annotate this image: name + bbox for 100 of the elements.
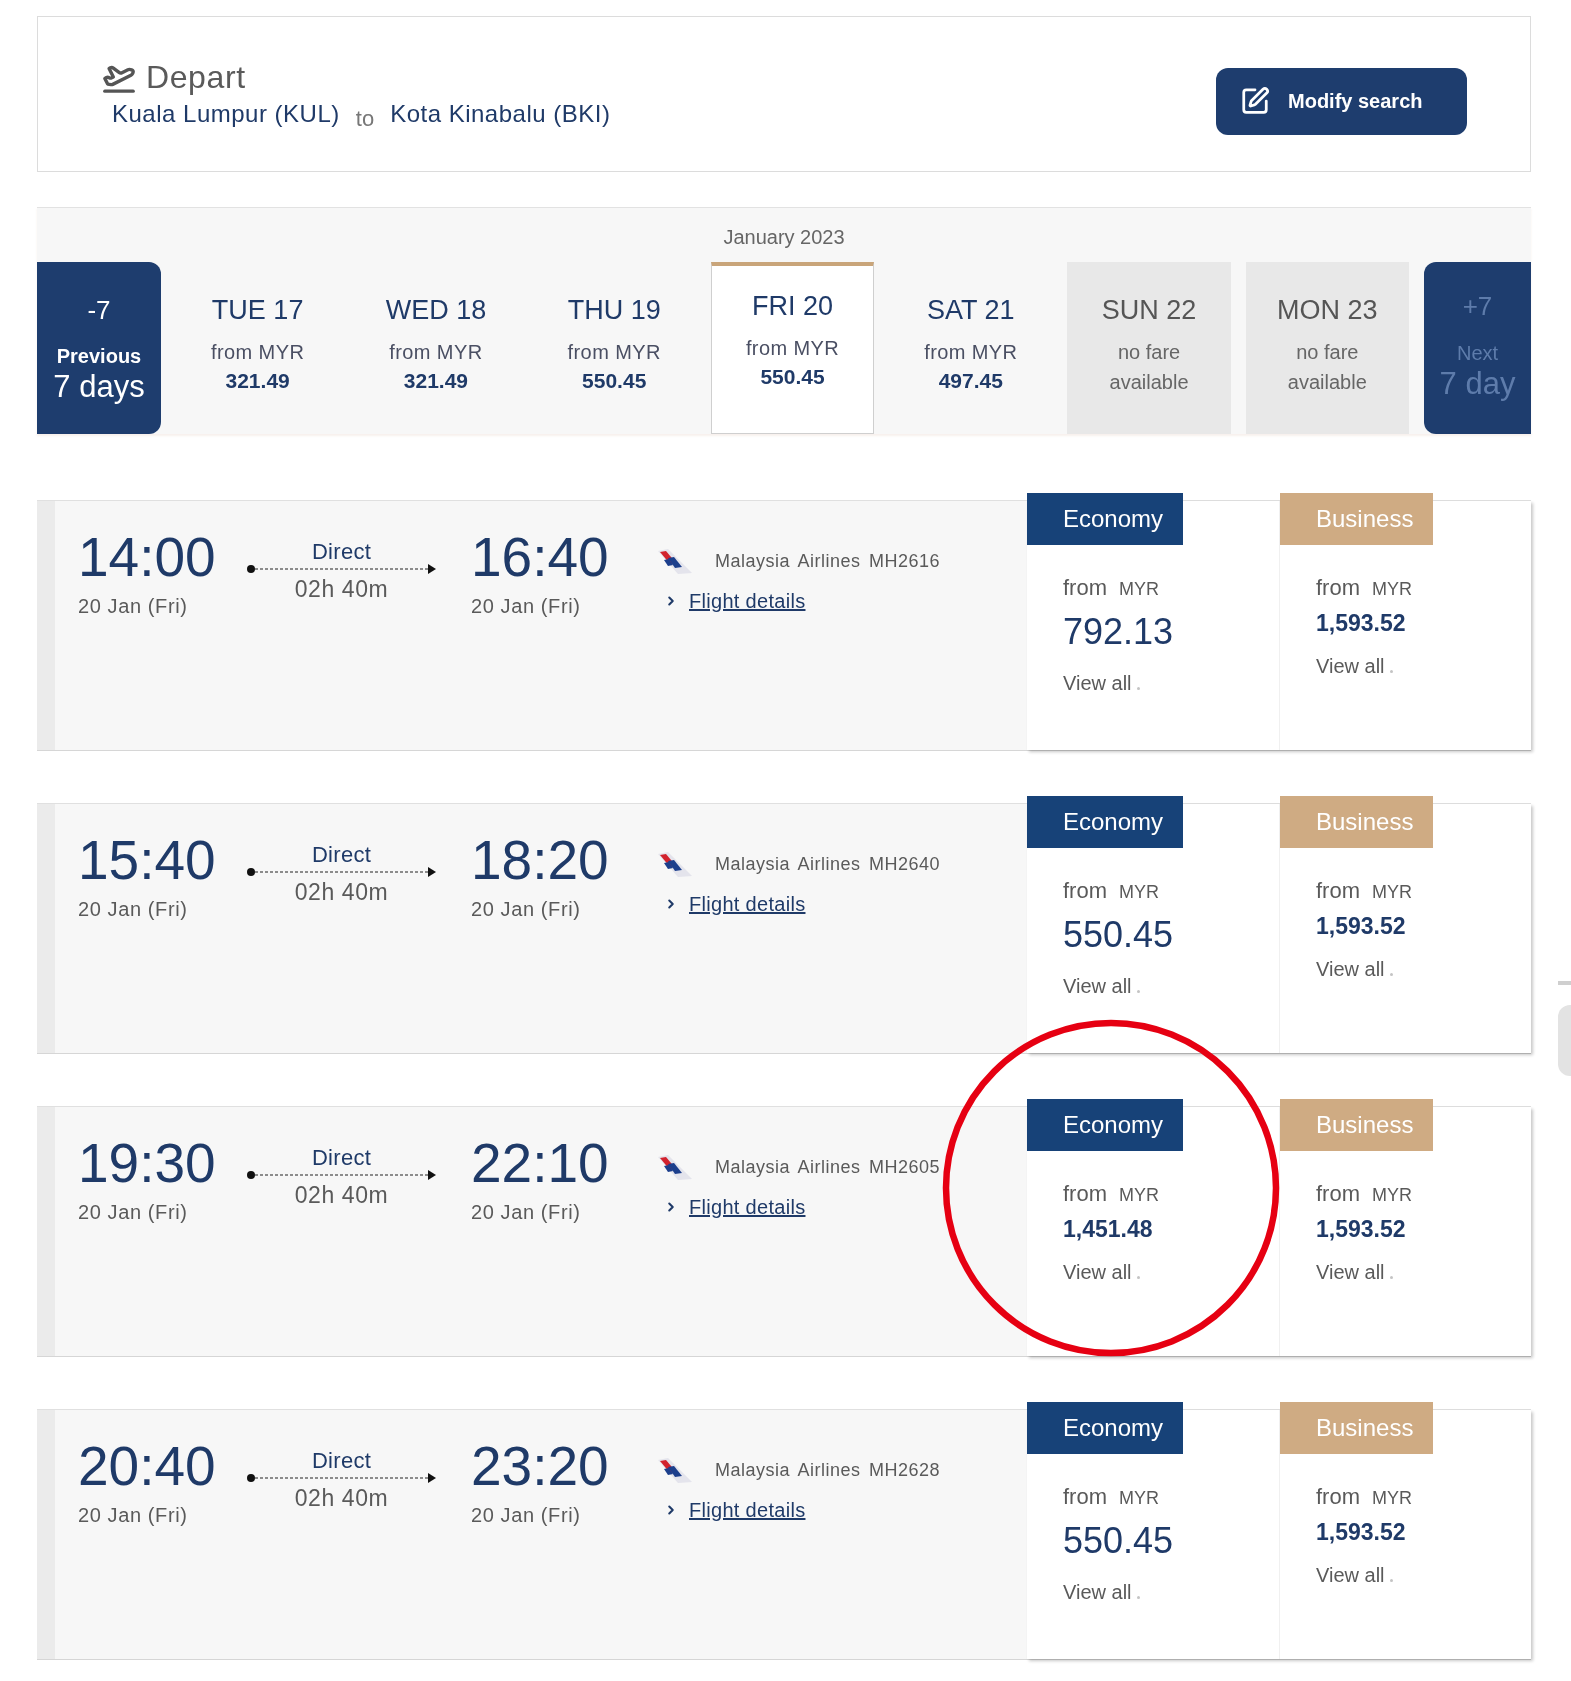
duration-label: 02h 40m bbox=[294, 880, 389, 904]
airline-flight-number: Malaysia Airlines MH2616 bbox=[715, 550, 941, 572]
fare-price: 1,593.52 bbox=[1316, 1518, 1406, 1546]
day-label: SAT 21 bbox=[927, 294, 1015, 326]
from-label: from bbox=[1316, 1181, 1360, 1207]
dot-icon bbox=[1389, 1579, 1393, 1582]
arrival-date: 20 Jan (Fri) bbox=[471, 897, 581, 921]
destination-city: Kota Kinabalu (BKI) bbox=[390, 98, 611, 129]
next-offset: +7 bbox=[1462, 290, 1493, 322]
day-label: THU 19 bbox=[567, 294, 661, 326]
stops-label: Direct bbox=[311, 1146, 372, 1170]
previous-week-button[interactable]: -7 Previous 7 days bbox=[37, 262, 161, 434]
day-price: 321.49 bbox=[403, 368, 469, 394]
arrival-date: 20 Jan (Fri) bbox=[471, 594, 581, 618]
from-label: from bbox=[1063, 1484, 1107, 1510]
side-tab[interactable] bbox=[1558, 1005, 1571, 1076]
from-label: from bbox=[1063, 1181, 1107, 1207]
currency-label: MYR bbox=[1119, 881, 1159, 904]
fare-price: 1,593.52 bbox=[1316, 1215, 1406, 1243]
arrival-time: 16:40 bbox=[471, 527, 609, 587]
currency-label: MYR bbox=[1372, 881, 1412, 904]
departure-date: 20 Jan (Fri) bbox=[78, 1503, 188, 1527]
date-tile[interactable]: WED 18 from MYR 321.49 bbox=[354, 262, 518, 434]
dot-icon bbox=[1389, 670, 1393, 673]
from-currency-label: from MYR bbox=[567, 340, 661, 365]
view-all-link[interactable]: View all bbox=[1316, 654, 1393, 678]
flight-details-link[interactable]: Flight details bbox=[689, 589, 806, 613]
view-all-link[interactable]: View all bbox=[1316, 957, 1393, 981]
date-tile[interactable]: MON 23 no fare available bbox=[1245, 262, 1409, 434]
dot-icon bbox=[1136, 687, 1140, 690]
duration-label: 02h 40m bbox=[294, 577, 389, 601]
flight-details-link[interactable]: Flight details bbox=[689, 892, 806, 916]
day-price: 321.49 bbox=[225, 368, 290, 394]
date-tile[interactable]: SAT 21 from MYR 497.45 bbox=[889, 262, 1053, 434]
date-tile[interactable]: SUN 22 no fare available bbox=[1067, 262, 1231, 434]
from-currency-label: from MYR bbox=[389, 340, 483, 365]
previous-label: Previous bbox=[56, 344, 142, 369]
date-tile[interactable]: FRI 20 from MYR 550.45 bbox=[710, 262, 875, 434]
flight-details-link[interactable]: Flight details bbox=[689, 1498, 806, 1522]
from-currency-label: from MYR bbox=[211, 340, 305, 365]
no-fare-note: no fare available bbox=[1286, 340, 1368, 395]
fare-price: 550.45 bbox=[1063, 914, 1174, 956]
departure-time: 15:40 bbox=[78, 830, 216, 890]
dotted-arrow-icon bbox=[247, 1170, 436, 1180]
previous-offset: -7 bbox=[87, 294, 111, 326]
next-label: Next bbox=[1456, 341, 1499, 366]
arrival-time: 22:10 bbox=[471, 1133, 609, 1193]
airline-tail-logo bbox=[656, 851, 692, 878]
day-price: 497.45 bbox=[938, 368, 1003, 394]
fare-price: 1,593.52 bbox=[1316, 609, 1406, 637]
cabin-badge: Business bbox=[1280, 1402, 1434, 1454]
from-label: from bbox=[1316, 878, 1360, 904]
stops-label: Direct bbox=[311, 1449, 372, 1473]
cabin-badge: Business bbox=[1280, 493, 1434, 545]
fare-price: 550.45 bbox=[1063, 1520, 1174, 1562]
view-all-link[interactable]: View all bbox=[1316, 1563, 1393, 1587]
day-label: FRI 20 bbox=[751, 290, 833, 322]
dot-icon bbox=[1389, 973, 1393, 976]
fare-price: 1,593.52 bbox=[1316, 912, 1406, 940]
from-currency-label: from MYR bbox=[745, 336, 840, 361]
view-all-link[interactable]: View all bbox=[1063, 671, 1140, 695]
airline-tail-logo bbox=[656, 1457, 692, 1484]
dotted-arrow-icon bbox=[247, 564, 436, 574]
currency-label: MYR bbox=[1119, 578, 1159, 601]
flight-details-link[interactable]: Flight details bbox=[689, 1195, 806, 1219]
dot-icon bbox=[1136, 1276, 1140, 1279]
view-all-link[interactable]: View all bbox=[1063, 974, 1140, 998]
no-fare-note: no fare available bbox=[1108, 340, 1190, 395]
airline-tail-logo bbox=[656, 1154, 692, 1181]
view-all-link[interactable]: View all bbox=[1063, 1580, 1140, 1604]
view-all-link[interactable]: View all bbox=[1316, 1260, 1393, 1284]
date-tile[interactable]: TUE 17 from MYR 321.49 bbox=[176, 262, 340, 434]
departure-date: 20 Jan (Fri) bbox=[78, 1200, 188, 1224]
from-label: from bbox=[1316, 1484, 1360, 1510]
departure-time: 14:00 bbox=[78, 527, 216, 587]
view-all-link[interactable]: View all bbox=[1063, 1260, 1140, 1284]
stops-label: Direct bbox=[311, 540, 372, 564]
currency-label: MYR bbox=[1372, 1487, 1412, 1510]
cabin-badge: Economy bbox=[1027, 1402, 1184, 1454]
arrival-time: 23:20 bbox=[471, 1436, 609, 1496]
from-currency-label: from MYR bbox=[924, 340, 1018, 365]
day-price: 550.45 bbox=[760, 364, 825, 390]
duration-label: 02h 40m bbox=[294, 1183, 389, 1207]
cabin-badge: Economy bbox=[1027, 796, 1184, 848]
day-label: MON 23 bbox=[1277, 294, 1378, 326]
date-tile[interactable]: THU 19 from MYR 550.45 bbox=[532, 262, 696, 434]
from-label: from bbox=[1063, 575, 1107, 601]
direction-title: Depart bbox=[146, 58, 246, 95]
dot-icon bbox=[1389, 1276, 1393, 1279]
currency-label: MYR bbox=[1119, 1487, 1159, 1510]
cabin-badge: Business bbox=[1280, 796, 1434, 848]
cabin-badge: Economy bbox=[1027, 1099, 1184, 1151]
fare-price: 1,451.48 bbox=[1063, 1215, 1153, 1243]
dotted-arrow-icon bbox=[247, 867, 436, 877]
day-label: WED 18 bbox=[385, 294, 487, 326]
arrival-date: 20 Jan (Fri) bbox=[471, 1200, 581, 1224]
departure-date: 20 Jan (Fri) bbox=[78, 594, 188, 618]
departure-time: 20:40 bbox=[78, 1436, 216, 1496]
modify-search-button[interactable]: Modify search bbox=[1216, 67, 1467, 135]
airline-flight-number: Malaysia Airlines MH2605 bbox=[715, 1156, 941, 1178]
